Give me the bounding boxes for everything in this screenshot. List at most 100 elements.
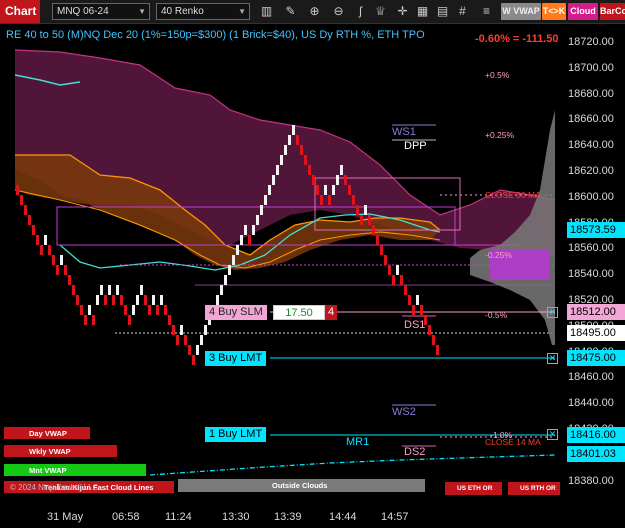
- strategy-icon[interactable]: ♕: [372, 3, 389, 20]
- bar-style-icon[interactable]: ▥: [258, 3, 275, 20]
- bar-type-label: 40 Renko: [161, 6, 204, 17]
- renko-down-brick: [124, 305, 127, 315]
- us-rth-or-button[interactable]: US RTH OR: [508, 482, 564, 495]
- close-price-tag: 18495.00: [567, 325, 625, 341]
- renko-up-brick: [216, 295, 219, 305]
- renko-down-brick: [144, 295, 147, 305]
- renko-up-brick: [280, 155, 283, 165]
- renko-up-brick: [224, 275, 227, 285]
- renko-up-brick: [284, 145, 287, 155]
- renko-up-brick: [396, 265, 399, 275]
- outside-clouds-button[interactable]: Outside Clouds: [178, 479, 425, 492]
- renko-down-brick: [296, 135, 299, 145]
- close-icon[interactable]: ✕: [547, 307, 558, 318]
- renko-up-brick: [160, 295, 163, 305]
- buy-slm-price-field[interactable]: 17.50: [273, 305, 325, 320]
- pivot-ds1: DS1: [404, 319, 426, 331]
- chart-header-info: RE 40 to 50 (M)NQ Dec 20 (1%=150p=$300) …: [6, 29, 425, 41]
- time-axis[interactable]: 31 May 06:58 11:24 13:30 13:39 14:44 14:57: [0, 503, 560, 528]
- mr1-line: [149, 454, 556, 476]
- zoom-in-icon[interactable]: ⊕: [306, 3, 323, 20]
- monthly-vwap-button[interactable]: Mnt VWAP: [4, 464, 146, 476]
- level-label-minus-0-5: -0.5%: [485, 310, 508, 320]
- bar-color-button[interactable]: BarCo: [600, 3, 625, 20]
- renko-up-brick: [324, 185, 327, 195]
- renko-up-brick: [332, 185, 335, 195]
- renko-down-brick: [184, 335, 187, 345]
- weekly-vwap-button[interactable]: Wkly VWAP: [4, 445, 117, 457]
- price-tick-label: 18620.00: [568, 165, 614, 177]
- renko-down-brick: [20, 195, 23, 205]
- grid-icon[interactable]: ▦: [414, 3, 431, 20]
- day-vwap-button[interactable]: Day VWAP: [4, 427, 90, 439]
- renko-up-brick: [108, 285, 111, 295]
- hash-icon[interactable]: #: [454, 3, 471, 20]
- zoom-out-icon[interactable]: ⊖: [330, 3, 347, 20]
- renko-down-brick: [128, 315, 131, 325]
- renko-up-brick: [140, 285, 143, 295]
- us-eth-or-button[interactable]: US ETH OR: [445, 482, 502, 495]
- renko-down-brick: [348, 185, 351, 195]
- chevron-down-icon: ▼: [138, 7, 146, 16]
- chart-window: Chart MNQ 06-24 ▼ 40 Renko ▼ ▥ ✎ ⊕ ⊖ ʃ ♕ ✛…: [0, 0, 625, 528]
- renko-up-brick: [340, 165, 343, 175]
- price-tick-label: 18600.00: [568, 190, 614, 203]
- renko-down-brick: [168, 315, 171, 325]
- renko-up-brick: [132, 305, 135, 315]
- renko-down-brick: [68, 275, 71, 285]
- price-axis[interactable]: 18720.00 18700.00 18680.00 18660.00 18640.00…: [560, 25, 625, 503]
- pencil-icon[interactable]: ✎: [282, 3, 299, 20]
- renko-up-brick: [292, 125, 295, 135]
- renko-down-brick: [172, 325, 175, 335]
- chart-toolbar: Chart MNQ 06-24 ▼ 40 Renko ▼ ▥ ✎ ⊕ ⊖ ʃ ♕ ✛…: [0, 0, 625, 24]
- renko-down-brick: [316, 185, 319, 195]
- price-tick-label: 18440.00: [568, 397, 614, 410]
- data-box-icon[interactable]: ▤: [434, 3, 451, 20]
- renko-down-brick: [164, 305, 167, 315]
- renko-down-brick: [104, 295, 107, 305]
- price-tick-label: 18560.00: [568, 242, 614, 255]
- renko-up-brick: [364, 205, 367, 215]
- chart-tab[interactable]: Chart: [0, 0, 40, 23]
- last-price-tag: 18573.59: [567, 222, 625, 238]
- close-icon[interactable]: ✕: [547, 429, 558, 440]
- renko-up-brick: [96, 295, 99, 305]
- renko-up-brick: [220, 285, 223, 295]
- price-tick-label: 18680.00: [568, 87, 614, 100]
- crosshair-icon[interactable]: ✛: [394, 3, 411, 20]
- price-tick-label: 18380.00: [568, 474, 614, 487]
- renko-down-brick: [380, 245, 383, 255]
- renko-up-brick: [276, 165, 279, 175]
- level-label-plus-0-25: +0.25%: [485, 130, 515, 140]
- vwap-button[interactable]: W VWAP: [501, 3, 541, 20]
- renko-up-brick: [228, 265, 231, 275]
- level-label-plus-0-5: +0.5%: [485, 70, 510, 80]
- time-tick-label: 06:58: [112, 511, 140, 523]
- renko-up-brick: [100, 285, 103, 295]
- close-icon[interactable]: ✕: [547, 353, 558, 364]
- bar-type-selector[interactable]: 40 Renko ▼: [156, 3, 250, 20]
- renko-down-brick: [352, 195, 355, 205]
- pnl-readout: -0.60% = -111.50: [475, 33, 559, 45]
- level-label-close-30-ma: CLOSE 30 MA: [485, 190, 541, 200]
- buy-lmt1-order-label[interactable]: 1 Buy LMT: [205, 427, 267, 442]
- renko-down-brick: [76, 295, 79, 305]
- indicators-icon[interactable]: ʃ: [352, 3, 369, 20]
- limit1-order-tag: 18416.00: [567, 427, 625, 443]
- price-tick-label: 18660.00: [568, 113, 614, 126]
- renko-up-brick: [200, 335, 203, 345]
- tk-button[interactable]: T<>K: [542, 3, 566, 20]
- buy-slm-qty[interactable]: 4: [325, 305, 337, 320]
- price-tick-label: 18700.00: [568, 61, 614, 74]
- renko-up-brick: [256, 215, 259, 225]
- buy-slm-order-label[interactable]: 4 Buy SLM: [205, 305, 267, 320]
- pivot-ds2: DS2: [404, 446, 426, 458]
- renko-down-brick: [400, 275, 403, 285]
- renko-down-brick: [36, 235, 39, 245]
- buy-lmt3-order-label[interactable]: 3 Buy LMT: [205, 351, 267, 366]
- renko-up-brick: [180, 325, 183, 335]
- price-panel[interactable]: RE 40 to 50 (M)NQ Dec 20 (1%=150p=$300) …: [0, 25, 564, 503]
- cloud-button[interactable]: Cloud: [568, 3, 598, 20]
- instrument-selector[interactable]: MNQ 06-24 ▼: [52, 3, 150, 20]
- menu-icon[interactable]: ≡: [478, 3, 495, 20]
